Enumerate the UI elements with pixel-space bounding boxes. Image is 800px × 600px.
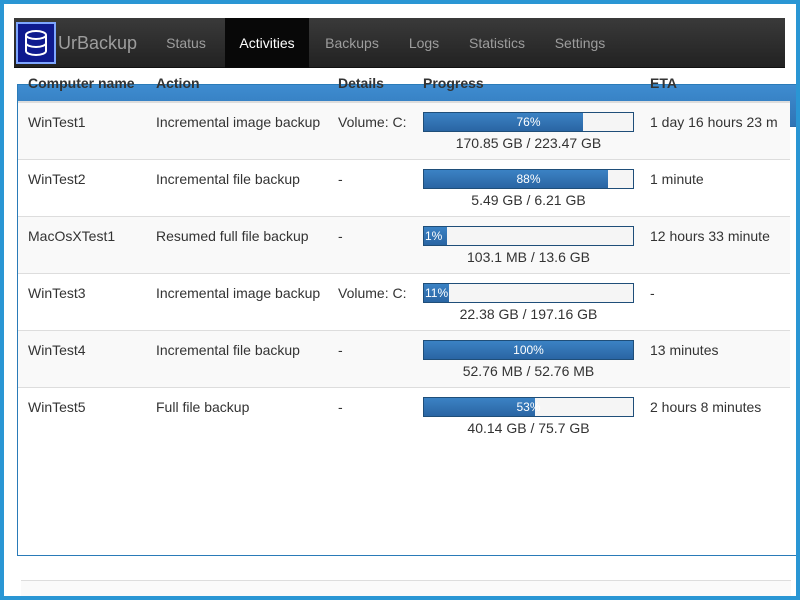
computer-name-cell: MacOsXTest1 — [18, 215, 146, 273]
details-cell: - — [328, 215, 413, 273]
action-cell: Incremental image backup — [146, 272, 328, 330]
eta-cell: 12 hours 33 minute — [640, 215, 790, 273]
progress-percent: 1% — [425, 228, 443, 243]
details-cell: - — [328, 329, 413, 387]
progress-size: 52.76 MB / 52.76 MB — [462, 362, 595, 379]
computer-name-cell: WinTest4 — [18, 329, 146, 387]
action-cell: Full file backup — [146, 386, 328, 444]
header-progress: Progress — [413, 64, 640, 103]
progress-cell: 88% 5.49 GB / 6.21 GB — [413, 158, 640, 216]
progress-size: 103.1 MB / 13.6 GB — [467, 248, 590, 265]
action-cell: Incremental image backup — [146, 101, 328, 159]
header-computer-name: Computer name — [18, 64, 146, 103]
header-eta: ETA — [640, 64, 790, 103]
table-row: MacOsXTest1 Resumed full file backup -1% 10… — [18, 215, 790, 273]
progress-bar: 76% — [423, 112, 634, 132]
brand[interactable]: UrBackup — [16, 18, 137, 68]
activities-table: Computer name Action Details Progress ET… — [18, 64, 790, 444]
progress-bar: 53% — [423, 396, 634, 417]
progress-size: 22.38 GB / 197.16 GB — [459, 305, 598, 322]
eta-cell: - — [640, 272, 790, 330]
nav-status[interactable]: Status — [154, 18, 218, 68]
progress-bar: 11% — [423, 282, 634, 303]
eta-cell: 2 hours 8 minutes — [640, 386, 790, 444]
progress-bar: 88% — [423, 168, 634, 189]
details-cell: - — [328, 158, 413, 216]
progress-percent: 53% — [516, 399, 541, 414]
details-cell: Volume: C: — [328, 101, 413, 159]
app-frame: UrBackup Status Activities Backups Logs … — [4, 4, 796, 596]
table-row: WinTest4 Incremental file backup - 100% 52.7… — [18, 329, 790, 387]
progress-percent: 76% — [516, 115, 541, 129]
next-panel-edge — [21, 580, 791, 596]
table-row: WinTest2 Incremental file backup - 88% 5.49 … — [18, 158, 790, 216]
table-header-row: Computer name Action Details Progress ET… — [18, 64, 790, 103]
eta-cell: 1 day 16 hours 23 m — [640, 101, 790, 159]
nav-logs[interactable]: Logs — [398, 18, 450, 68]
table-row: WinTest1 Incremental image backup Volume: … — [18, 101, 790, 159]
progress-percent: 11% — [425, 285, 449, 300]
progress-cell: 53% 40.14 GB / 75.7 GB — [413, 386, 640, 444]
progress-size: 170.85 GB / 223.47 GB — [455, 135, 602, 151]
navbar: UrBackup Status Activities Backups Logs … — [14, 18, 785, 68]
header-details: Details — [328, 64, 413, 103]
action-cell: Incremental file backup — [146, 158, 328, 216]
computer-name-cell: WinTest5 — [18, 386, 146, 444]
progress-cell: 76% 170.85 GB / 223.47 GB — [413, 101, 640, 159]
table-row: WinTest5 Full file backup - 53% 40.14 GB / 7… — [18, 386, 790, 444]
details-cell: Volume: C: — [328, 272, 413, 330]
progress-percent: 100% — [513, 342, 544, 357]
nav-backups[interactable]: Backups — [312, 18, 392, 68]
progress-size: 40.14 GB / 75.7 GB — [467, 419, 590, 436]
progress-bar: 100% — [423, 339, 634, 360]
table-row: WinTest3 Incremental image backup Volume: … — [18, 272, 790, 330]
computer-name-cell: WinTest1 — [18, 101, 146, 159]
eta-cell: 13 minutes — [640, 329, 790, 387]
eta-cell: 1 minute — [640, 158, 790, 216]
nav-settings[interactable]: Settings — [544, 18, 616, 68]
database-logo-icon — [16, 22, 56, 64]
brand-name: UrBackup — [58, 32, 138, 53]
progress-size: 5.49 GB / 6.21 GB — [471, 191, 586, 208]
computer-name-cell: WinTest3 — [18, 272, 146, 330]
progress-cell: 100% 52.76 MB / 52.76 MB — [413, 329, 640, 387]
header-action: Action — [146, 64, 328, 103]
nav-statistics[interactable]: Statistics — [456, 18, 538, 68]
action-cell: Resumed full file backup — [146, 215, 328, 273]
action-cell: Incremental file backup — [146, 329, 328, 387]
progress-cell: 1% 103.1 MB / 13.6 GB — [413, 215, 640, 273]
details-cell: - — [328, 386, 413, 444]
progress-cell: 11% 22.38 GB / 197.16 GB — [413, 272, 640, 330]
nav-activities[interactable]: Activities — [225, 18, 309, 68]
progress-bar: 1% — [423, 225, 634, 246]
computer-name-cell: WinTest2 — [18, 158, 146, 216]
progress-percent: 88% — [516, 171, 541, 186]
